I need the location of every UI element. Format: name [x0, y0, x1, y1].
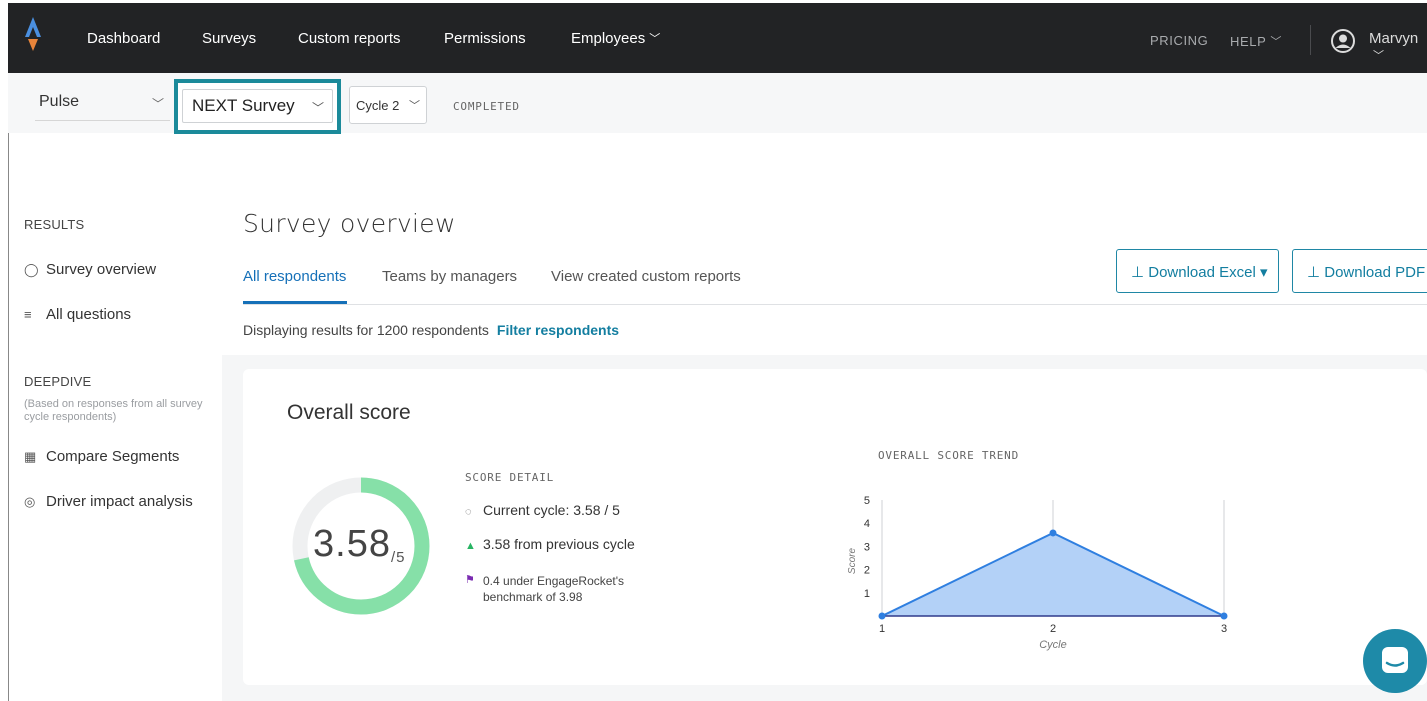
- sidebar-item-label: Driver impact analysis: [46, 493, 193, 510]
- chart-point: [1049, 529, 1057, 537]
- score-detail-label: SCORE DETAIL: [465, 471, 555, 484]
- sidebar-item-label: Survey overview: [46, 261, 157, 278]
- nav-permissions[interactable]: Permissions: [444, 30, 526, 47]
- nav-surveys[interactable]: Surveys: [202, 30, 256, 47]
- chart-point: [878, 612, 886, 620]
- previous-cycle-row: ▲ 3.58 from previous cycle: [465, 536, 635, 552]
- deepdive-note: (Based on responses from all survey cycl…: [24, 398, 203, 423]
- x-axis-label: Cycle: [1039, 639, 1067, 651]
- respondent-summary: Displaying results for 1200 respondents F…: [243, 322, 619, 338]
- page-border: [8, 133, 9, 701]
- nav-divider: [1310, 25, 1311, 55]
- tab-divider: [243, 304, 1427, 305]
- current-cycle-row: ◌ Current cycle: 3.58 / 5: [465, 502, 620, 518]
- benchmark-text: 0.4 under EngageRocket's benchmark of 3.…: [483, 574, 625, 604]
- y-tick-label: 4: [864, 518, 870, 530]
- y-tick-label: 3: [864, 541, 870, 553]
- results-heading: RESULTS: [24, 217, 85, 232]
- sidebar-item-label: Compare Segments: [46, 448, 180, 465]
- chat-button[interactable]: [1363, 629, 1427, 693]
- score-value: 3.58/5: [313, 523, 405, 566]
- user-avatar-icon[interactable]: [1331, 29, 1355, 53]
- cycle-select-label: Cycle 2: [356, 98, 400, 113]
- flag-icon: ⚑: [465, 574, 475, 586]
- sidebar-item-all-questions[interactable]: ≡ All questions: [24, 306, 131, 323]
- status-badge: COMPLETED: [453, 100, 520, 113]
- triangle-up-icon: ▲: [465, 540, 476, 552]
- tab-teams-by-managers[interactable]: Teams by managers: [382, 268, 517, 285]
- sidebar-item-survey-overview[interactable]: ◯ Survey overview: [24, 261, 156, 278]
- circle-notch-icon: ◯: [24, 262, 39, 277]
- survey-selector-bar: Pulse ﹀ NEXT Survey ﹀ Cycle 2 ﹀ COMPLETE…: [8, 73, 1427, 134]
- chevron-down-icon: ﹀: [649, 33, 661, 45]
- score-number: 3.58: [313, 523, 391, 565]
- trend-label: OVERALL SCORE TREND: [878, 449, 1020, 462]
- chevron-down-icon: ﹀: [311, 101, 324, 115]
- current-cycle-text: Current cycle: 3.58 / 5: [483, 502, 620, 518]
- chevron-down-icon: ﹀: [1270, 36, 1282, 48]
- previous-cycle-text: 3.58 from previous cycle: [483, 536, 635, 552]
- respondent-count-text: Displaying results for 1200 respondents: [243, 322, 489, 338]
- score-trend-chart: 1 2 3 4 5 1 2 3 Cycle Score: [847, 495, 1228, 651]
- download-excel-button[interactable]: ⊥ Download Excel ▾: [1116, 249, 1279, 293]
- chart-point: [1220, 612, 1228, 620]
- x-tick-label: 1: [879, 623, 885, 635]
- card-title: Overall score: [287, 401, 411, 424]
- chevron-down-icon: ﹀: [151, 97, 164, 111]
- chat-icon: [1382, 647, 1408, 673]
- chevron-down-icon: ﹀: [409, 100, 420, 112]
- survey-select[interactable]: NEXT Survey ﹀: [182, 89, 333, 123]
- sidebar-item-compare-segments[interactable]: ▦ Compare Segments: [24, 448, 179, 465]
- y-tick-label: 2: [864, 565, 870, 577]
- filter-respondents-link[interactable]: Filter respondents: [497, 322, 619, 338]
- tab-all-respondents[interactable]: All respondents: [243, 268, 346, 285]
- chevron-down-icon: ﹀: [1373, 50, 1384, 62]
- cycle-select[interactable]: Cycle 2 ﹀: [349, 86, 427, 124]
- score-max: /5: [390, 549, 406, 566]
- nav-custom-reports[interactable]: Custom reports: [298, 30, 401, 47]
- user-name: Marvyn: [1369, 30, 1419, 47]
- page-title: Survey overview: [243, 209, 456, 238]
- y-axis-label: Score: [847, 548, 858, 575]
- deepdive-heading: DEEPDIVE: [24, 374, 92, 389]
- x-tick-label: 2: [1050, 623, 1056, 635]
- nav-help-label: HELP: [1230, 34, 1267, 49]
- circle-notch-icon: ◌: [465, 506, 472, 518]
- grid-icon: ▦: [24, 449, 37, 464]
- engagerocket-logo-icon[interactable]: [22, 15, 44, 55]
- sidebar-item-label: All questions: [46, 306, 132, 323]
- chart-area: [882, 532, 1224, 616]
- survey-select-label: NEXT Survey: [192, 96, 295, 115]
- program-select-label: Pulse: [39, 93, 80, 110]
- y-tick-label: 5: [864, 495, 870, 507]
- nav-dashboard[interactable]: Dashboard: [87, 30, 160, 47]
- tab-custom-reports[interactable]: View created custom reports: [551, 268, 741, 285]
- download-excel-label: ⊥ Download Excel ▾: [1131, 264, 1268, 281]
- user-menu[interactable]: Marvyn ﹀: [1369, 30, 1427, 64]
- y-tick-label: 1: [864, 588, 870, 600]
- program-select[interactable]: Pulse ﹀: [35, 91, 170, 121]
- download-pdf-label: ⊥ Download PDF: [1307, 264, 1426, 281]
- list-icon: ≡: [24, 307, 32, 322]
- x-tick-label: 3: [1221, 623, 1227, 635]
- nav-pricing[interactable]: PRICING: [1150, 33, 1208, 48]
- survey-select-highlight: NEXT Survey ﹀: [174, 79, 341, 134]
- download-pdf-button[interactable]: ⊥ Download PDF: [1292, 249, 1427, 293]
- sidebar-item-driver-impact[interactable]: ◎ Driver impact analysis: [24, 493, 193, 510]
- nav-help[interactable]: HELP ﹀: [1230, 33, 1282, 49]
- target-icon: ◎: [24, 494, 36, 509]
- nav-employees-label: Employees: [571, 30, 646, 47]
- top-navigation: Dashboard Surveys Custom reports Permiss…: [8, 3, 1427, 73]
- nav-employees[interactable]: Employees ﹀: [571, 30, 660, 47]
